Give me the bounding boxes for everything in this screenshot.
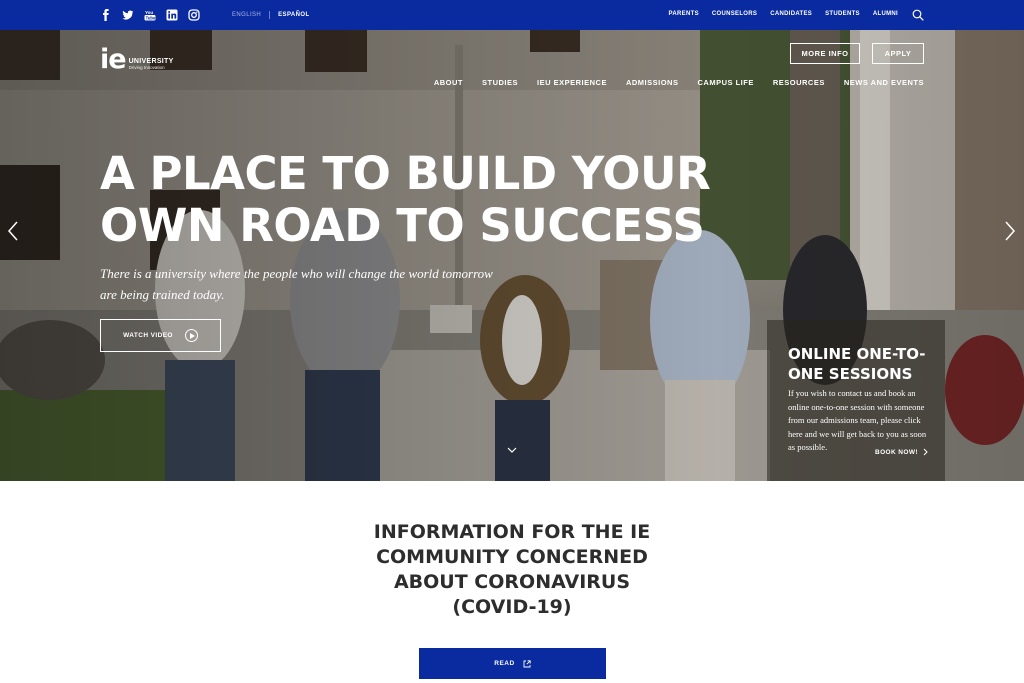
language-espanol[interactable]: ESPAÑOL [278,12,309,18]
svg-text:Tube: Tube [146,15,156,20]
language-divider [269,11,271,19]
search-icon[interactable] [912,9,924,21]
logo-tagline: Driving Innovation [128,65,165,70]
apply-button[interactable]: APPLY [872,43,924,64]
svg-text:You: You [145,10,153,15]
external-link-icon [523,659,531,667]
audience-link-counselors[interactable]: COUNSELORS [712,11,757,17]
covid-info-title: INFORMATION FOR THE IE COMMUNITY CONCERN… [373,521,651,618]
more-info-button[interactable]: MORE INFO [790,43,860,64]
language-english[interactable]: ENGLISH [232,12,261,18]
main-nav: ABOUT STUDIES IEU EXPERIENCE ADMISSIONS … [434,78,924,87]
audience-link-alumni[interactable]: ALUMNI [873,11,898,17]
nav-item-ieu-experience[interactable]: IEU EXPERIENCE [537,78,607,87]
audience-nav: PARENTS COUNSELORS CANDIDATES STUDENTS A… [669,11,898,17]
hero-headline-line1: A PLACE TO BUILD YOUR [100,147,711,200]
youtube-icon[interactable]: YouTube [144,9,156,21]
social-links: You Tube [100,9,200,21]
read-button-label: READ [494,660,515,667]
nav-item-news-and-events[interactable]: NEWS AND EVENTS [844,78,924,87]
promo-body: If you wish to contact us and book an on… [788,388,927,452]
online-sessions-promo: ONLINE ONE-TO-ONE SESSIONS If you wish t… [767,320,945,481]
logo-mark: ie [100,44,127,75]
facebook-icon[interactable] [100,9,112,21]
linkedin-icon[interactable] [166,9,178,21]
top-utility-bar: You Tube ENGLISH ESPAÑOL PARENTS COUNSELO… [0,0,1024,30]
watch-video-label: WATCH VIDEO [123,332,173,339]
chevron-right-icon [923,448,928,456]
hero-headline-line2: OWN ROAD TO SUCCESS [100,199,705,252]
carousel-prev-arrow-icon[interactable] [6,220,20,242]
ie-university-logo[interactable]: ie UNIVERSITY Driving Innovation [100,44,174,75]
nav-item-campus-life[interactable]: CAMPUS LIFE [697,78,753,87]
carousel-next-arrow-icon[interactable] [1003,220,1017,242]
nav-item-admissions[interactable]: ADMISSIONS [626,78,679,87]
instagram-icon[interactable] [188,9,200,21]
audience-link-students[interactable]: STUDENTS [825,11,860,17]
language-switcher: ENGLISH ESPAÑOL [232,11,310,19]
twitter-icon[interactable] [122,9,134,21]
audience-link-candidates[interactable]: CANDIDATES [770,11,812,17]
play-icon [184,329,198,342]
book-now-label: BOOK NOW! [875,448,918,456]
logo-name: UNIVERSITY [128,58,174,65]
scroll-down-chevron-icon[interactable] [506,445,518,455]
hero-tagline: There is a university where the people w… [100,266,493,302]
logo-text: UNIVERSITY Driving Innovation [129,58,174,71]
hero-banner: ie UNIVERSITY Driving Innovation MORE IN… [0,30,1024,481]
promo-title: ONLINE ONE-TO-ONE SESSIONS [788,345,926,383]
nav-item-resources[interactable]: RESOURCES [773,78,825,87]
watch-video-button[interactable]: WATCH VIDEO [100,319,221,352]
hero-headline: A PLACE TO BUILD YOUR OWN ROAD TO SUCCES… [100,147,711,252]
book-now-link[interactable]: BOOK NOW! [875,448,928,456]
audience-link-parents[interactable]: PARENTS [669,11,699,17]
nav-item-about[interactable]: ABOUT [434,78,463,87]
read-button[interactable]: READ [419,648,606,679]
nav-item-studies[interactable]: STUDIES [482,78,518,87]
